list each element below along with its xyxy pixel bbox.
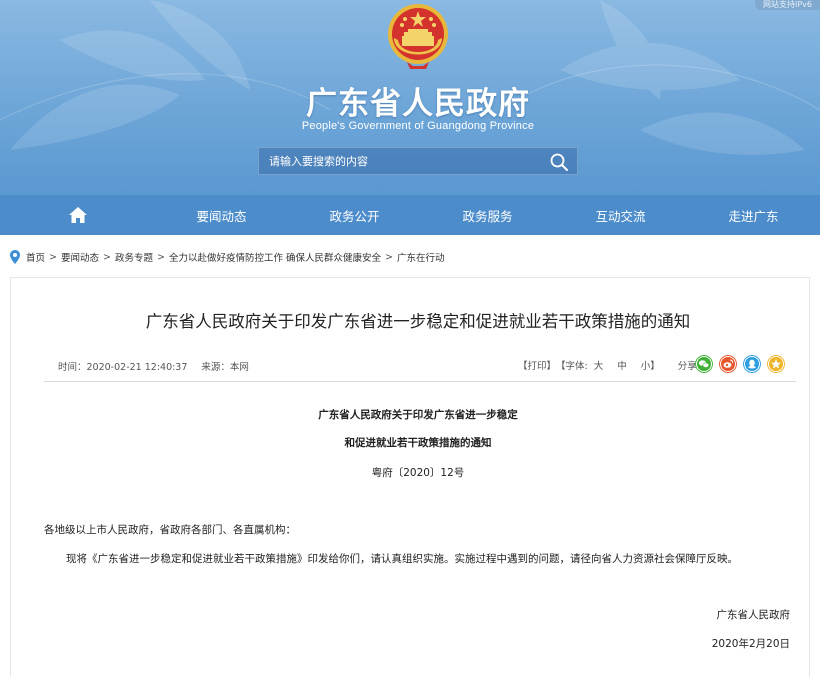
breadcrumb-epidemic-topic[interactable]: 全力以赴做好疫情防控工作 确保人民群众健康安全 xyxy=(169,250,381,264)
nav-item-gov-affairs[interactable]: 政务公开 xyxy=(288,195,421,235)
publish-time: 时间：2020-02-21 12:40:37 xyxy=(58,362,188,373)
ipv6-badge: 网站支持IPv6 xyxy=(754,0,820,10)
breadcrumb-separator: > xyxy=(156,251,165,263)
weibo-icon[interactable] xyxy=(719,355,737,373)
breadcrumb-separator: > xyxy=(103,251,111,263)
nav-home[interactable] xyxy=(0,195,155,235)
font-size-medium-button[interactable]: 中 xyxy=(617,358,627,372)
breadcrumb-home[interactable]: 首页 xyxy=(26,250,45,264)
document-signature: 广东省人民政府 xyxy=(716,609,791,621)
document-body: 现将《广东省进一步稳定和促进就业若干政策措施》印发给你们，请认真组织实施。实施过… xyxy=(66,553,738,565)
main-nav: 要闻动态 政务公开 政务服务 互动交流 走进广东 xyxy=(0,195,820,235)
font-size-large-button[interactable]: 大 xyxy=(594,358,604,372)
qzone-icon[interactable] xyxy=(767,355,785,373)
article-title: 广东省人民政府关于印发广东省进一步稳定和促进就业若干政策措施的通知 xyxy=(145,312,691,331)
article-source: 来源：本网 xyxy=(201,362,249,373)
document-date: 2020年2月20日 xyxy=(711,638,790,650)
breadcrumb-topics[interactable]: 政务专题 xyxy=(115,250,153,264)
document-salutation: 各地级以上市人民政府，省政府各部门、各直属机构： xyxy=(44,524,296,536)
site-subtitle: People's Government of Guangdong Provinc… xyxy=(301,120,535,132)
document-heading-line1: 广东省人民政府关于印发广东省进一步稳定 xyxy=(318,409,518,421)
article-tools: 【打印】 【字体: 大 中 小 】 分享到: xyxy=(518,358,709,372)
font-size-close: 】 xyxy=(650,361,660,372)
font-size-small-button[interactable]: 小 xyxy=(641,358,651,372)
search-input[interactable] xyxy=(259,148,539,174)
font-size-label: 【字体: xyxy=(556,361,588,372)
nav-item-about-guangdong[interactable]: 走进广东 xyxy=(687,195,820,235)
nav-item-interaction[interactable]: 互动交流 xyxy=(554,195,687,235)
document-number: 粤府〔2020〕12号 xyxy=(371,467,465,479)
breadcrumb: 首页 > 要闻动态 > 政务专题 > 全力以赴做好疫情防控工作 确保人民群众健康… xyxy=(10,249,444,265)
article-meta: 时间：2020-02-21 12:40:37 来源：本网 xyxy=(58,359,249,373)
share-icons xyxy=(695,355,785,373)
breadcrumb-separator: > xyxy=(49,251,57,263)
wechat-icon[interactable] xyxy=(695,355,713,373)
print-button[interactable]: 【打印】 xyxy=(518,358,556,372)
search-icon[interactable] xyxy=(549,152,569,172)
site-title: 广东省人民政府 xyxy=(306,86,530,122)
breadcrumb-current[interactable]: 广东在行动 xyxy=(397,250,445,264)
nav-item-services[interactable]: 政务服务 xyxy=(421,195,554,235)
meta-divider xyxy=(44,381,796,382)
nav-item-news[interactable]: 要闻动态 xyxy=(155,195,288,235)
breadcrumb-separator: > xyxy=(384,251,393,263)
search-box xyxy=(258,147,578,175)
location-pin-icon xyxy=(10,250,20,264)
qq-icon[interactable] xyxy=(743,355,761,373)
home-icon xyxy=(68,207,87,223)
document-heading-line2: 和促进就业若干政策措施的通知 xyxy=(344,437,492,449)
national-emblem-icon xyxy=(388,4,448,69)
site-header: 网站支持IPv6 广东省人民政府 People's Government of … xyxy=(0,0,820,195)
breadcrumb-news[interactable]: 要闻动态 xyxy=(61,250,99,264)
